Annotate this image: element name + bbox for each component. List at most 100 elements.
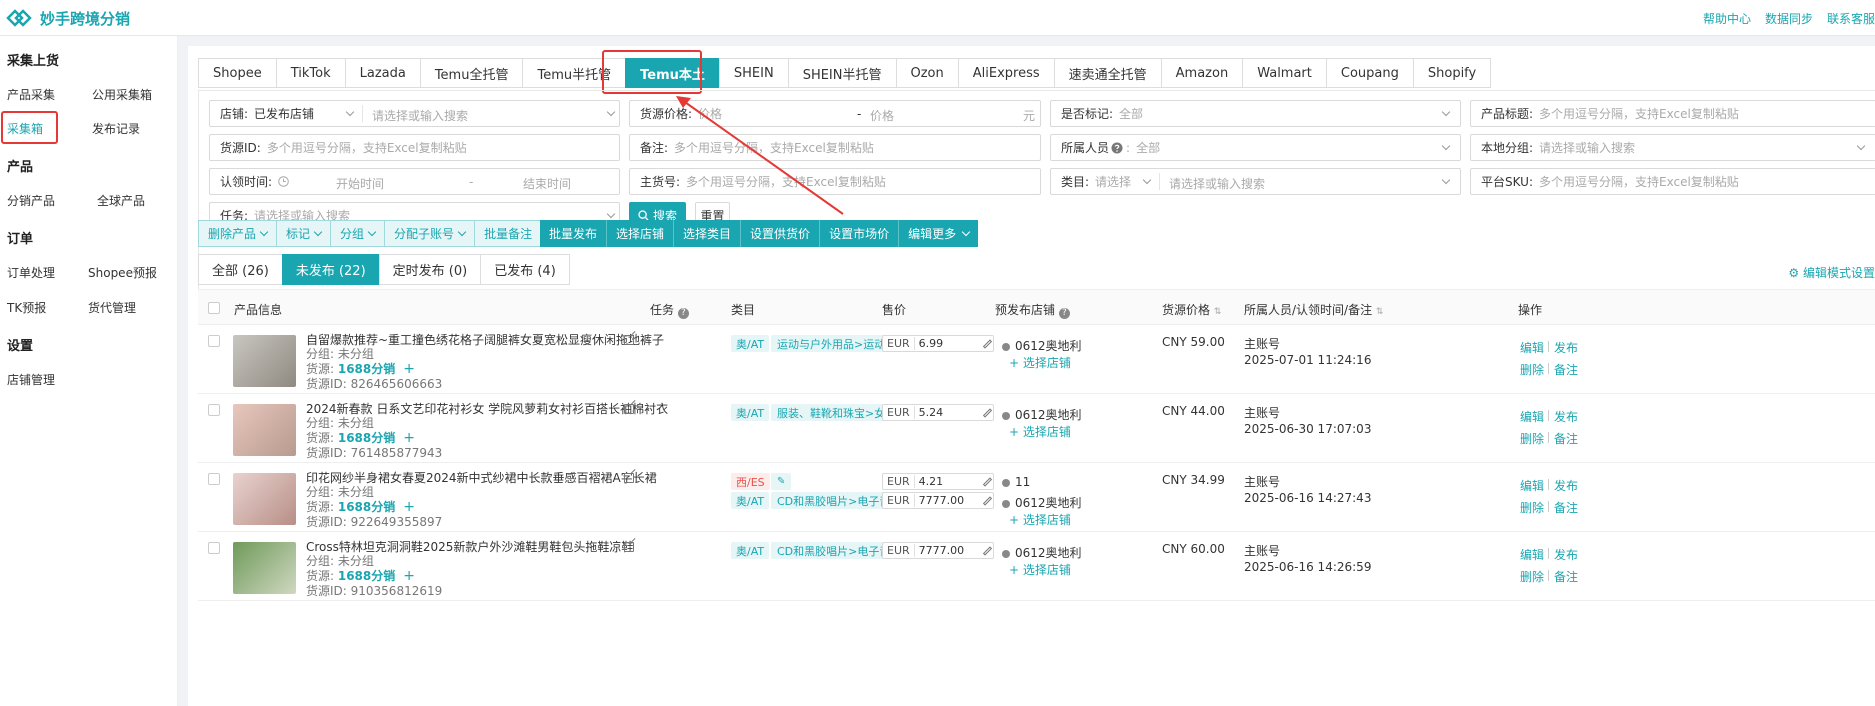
edit-link[interactable]: 编辑 bbox=[1520, 477, 1544, 494]
edit-title-icon[interactable] bbox=[624, 404, 634, 414]
select-store-link[interactable]: + 选择店铺 bbox=[1009, 511, 1071, 528]
remark-link[interactable]: 备注 bbox=[1554, 499, 1578, 516]
col-source-price[interactable]: 货源价格 ⇅ bbox=[1162, 301, 1221, 318]
select-store-link[interactable]: + 选择店铺 bbox=[1009, 354, 1071, 371]
delete-link[interactable]: 删除 bbox=[1520, 499, 1544, 516]
select-category-button[interactable]: 选择类目 bbox=[674, 220, 742, 247]
row-checkbox[interactable] bbox=[208, 542, 220, 554]
pencil-icon[interactable] bbox=[982, 477, 993, 487]
price-input[interactable]: EUR 6.99 bbox=[882, 335, 994, 352]
category-path[interactable]: 服装、鞋靴和珠宝>女装... bbox=[771, 404, 891, 421]
data-sync-link[interactable]: 数据同步 bbox=[1765, 10, 1813, 27]
owner-filter[interactable]: 所属人员 : 全部 bbox=[1050, 134, 1461, 161]
select-all-checkbox[interactable] bbox=[208, 302, 220, 314]
remark-link[interactable]: 备注 bbox=[1554, 430, 1578, 447]
status-tab-all[interactable]: 全部 (26) bbox=[198, 254, 282, 285]
category-path[interactable]: 运动与户外用品>运动与户外... bbox=[771, 335, 891, 352]
category-select[interactable]: 请选择 bbox=[1095, 173, 1131, 190]
edit-link[interactable]: 编辑 bbox=[1520, 408, 1544, 425]
status-tab-published[interactable]: 已发布 (4) bbox=[480, 254, 570, 285]
price-input[interactable]: EUR 7777.00 bbox=[882, 542, 994, 559]
mark-button[interactable]: 标记 bbox=[276, 220, 331, 247]
pencil-icon[interactable] bbox=[982, 408, 993, 418]
category-search-input[interactable]: 请选择或输入搜索 bbox=[1169, 175, 1265, 192]
assign-subaccount-button[interactable]: 分配子账号 bbox=[384, 220, 475, 247]
product-thumbnail[interactable] bbox=[233, 335, 296, 387]
local-group-filter[interactable]: 本地分组: 请选择或输入搜索 bbox=[1470, 134, 1875, 161]
price-input[interactable]: EUR 7777.00 bbox=[882, 492, 994, 509]
source-link[interactable]: 1688分销 bbox=[338, 569, 395, 583]
marked-filter[interactable]: 是否标记: 全部 bbox=[1050, 100, 1461, 127]
remark-link[interactable]: 备注 bbox=[1554, 361, 1578, 378]
status-tab-scheduled[interactable]: 定时发布 (0) bbox=[378, 254, 481, 285]
batch-remark-button[interactable]: 批量备注 bbox=[474, 220, 543, 247]
title-input[interactable]: 多个用逗号分隔，支持Excel复制粘贴 bbox=[1539, 105, 1739, 122]
edit-title-icon[interactable] bbox=[624, 473, 634, 483]
select-store-link[interactable]: + 选择店铺 bbox=[1009, 561, 1071, 578]
row-checkbox[interactable] bbox=[208, 473, 220, 485]
edit-link[interactable]: 编辑 bbox=[1520, 339, 1544, 356]
edit-title-icon[interactable] bbox=[624, 542, 634, 552]
sidebar-item-public-collect-box[interactable]: 公用采集箱 bbox=[92, 86, 152, 103]
remark-link[interactable]: 备注 bbox=[1554, 568, 1578, 585]
contact-support-link[interactable]: 联系客服 bbox=[1827, 10, 1875, 27]
tab-walmart[interactable]: Walmart bbox=[1242, 58, 1326, 88]
publish-link[interactable]: 发布 bbox=[1554, 408, 1578, 425]
sidebar-item-store-management[interactable]: 店铺管理 bbox=[7, 371, 55, 388]
sidebar-item-order-processing[interactable]: 订单处理 bbox=[7, 264, 55, 281]
sidebar-item-publish-records[interactable]: 发布记录 bbox=[92, 120, 140, 137]
product-thumbnail[interactable] bbox=[233, 473, 296, 525]
pencil-icon[interactable] bbox=[982, 339, 993, 349]
pencil-icon[interactable] bbox=[982, 546, 993, 556]
category-path[interactable]: CD和黑胶唱片>电子音乐... bbox=[771, 542, 891, 559]
tab-shopify[interactable]: Shopify bbox=[1412, 58, 1492, 88]
pencil-icon[interactable] bbox=[982, 496, 993, 506]
status-tab-unpublished[interactable]: 未发布 (22) bbox=[281, 254, 379, 285]
publish-link[interactable]: 发布 bbox=[1554, 339, 1578, 356]
delete-product-button[interactable]: 删除产品 bbox=[198, 220, 277, 247]
publish-link[interactable]: 发布 bbox=[1554, 477, 1578, 494]
edit-category-icon[interactable]: ✎ bbox=[777, 476, 785, 487]
sidebar-item-distribution-products[interactable]: 分销产品 bbox=[7, 192, 55, 209]
source-link[interactable]: 1688分销 bbox=[338, 431, 395, 445]
publish-link[interactable]: 发布 bbox=[1554, 546, 1578, 563]
set-supply-price-button[interactable]: 设置供货价 bbox=[741, 220, 821, 247]
help-icon[interactable] bbox=[1111, 142, 1123, 154]
group-button[interactable]: 分组 bbox=[330, 220, 385, 247]
category-path[interactable]: ✎ bbox=[771, 473, 792, 490]
app-logo[interactable]: 妙手跨境分销 bbox=[6, 7, 130, 29]
row-checkbox[interactable] bbox=[208, 404, 220, 416]
help-center-link[interactable]: 帮助中心 bbox=[1703, 10, 1751, 27]
delete-link[interactable]: 删除 bbox=[1520, 430, 1544, 447]
product-thumbnail[interactable] bbox=[233, 542, 296, 594]
sidebar-item-product-collect[interactable]: 产品采集 bbox=[7, 86, 55, 103]
source-link[interactable]: 1688分销 bbox=[338, 362, 395, 376]
help-icon[interactable]: ? bbox=[1058, 308, 1070, 319]
price-input[interactable]: EUR 4.21 bbox=[882, 473, 994, 490]
product-thumbnail[interactable] bbox=[233, 404, 296, 456]
delete-link[interactable]: 删除 bbox=[1520, 568, 1544, 585]
price-input[interactable]: EUR 5.24 bbox=[882, 404, 994, 421]
batch-publish-button[interactable]: 批量发布 bbox=[540, 220, 608, 247]
local-group-input[interactable]: 请选择或输入搜索 bbox=[1539, 139, 1635, 156]
delete-link[interactable]: 删除 bbox=[1520, 361, 1544, 378]
sidebar-item-shopee-forecast[interactable]: Shopee预报 bbox=[88, 264, 157, 281]
tab-amazon[interactable]: Amazon bbox=[1160, 58, 1243, 88]
tab-coupang[interactable]: Coupang bbox=[1325, 58, 1413, 88]
help-icon[interactable]: ? bbox=[677, 308, 689, 319]
platform-sku-input[interactable]: 多个用逗号分隔，支持Excel复制粘贴 bbox=[1539, 173, 1739, 190]
edit-mode-settings[interactable]: ⚙ 编辑模式设置 bbox=[1788, 264, 1875, 281]
select-store-link[interactable]: + 选择店铺 bbox=[1009, 423, 1071, 440]
edit-title-icon[interactable] bbox=[624, 335, 634, 345]
sidebar-item-tk-forecast[interactable]: TK预报 bbox=[7, 299, 46, 316]
sidebar-item-forwarder-management[interactable]: 货代管理 bbox=[88, 299, 136, 316]
sidebar-item-global-products[interactable]: 全球产品 bbox=[97, 192, 145, 209]
col-owner-time-remark[interactable]: 所属人员/认领时间/备注 ⇅ bbox=[1244, 301, 1383, 318]
source-link[interactable]: 1688分销 bbox=[338, 500, 395, 514]
category-path[interactable]: CD和黑胶唱片>电子音乐... bbox=[771, 492, 891, 509]
set-market-price-button[interactable]: 设置市场价 bbox=[820, 220, 900, 247]
edit-link[interactable]: 编辑 bbox=[1520, 546, 1544, 563]
row-checkbox[interactable] bbox=[208, 335, 220, 347]
select-store-button[interactable]: 选择店铺 bbox=[607, 220, 675, 247]
edit-more-button[interactable]: 编辑更多 bbox=[899, 220, 979, 247]
